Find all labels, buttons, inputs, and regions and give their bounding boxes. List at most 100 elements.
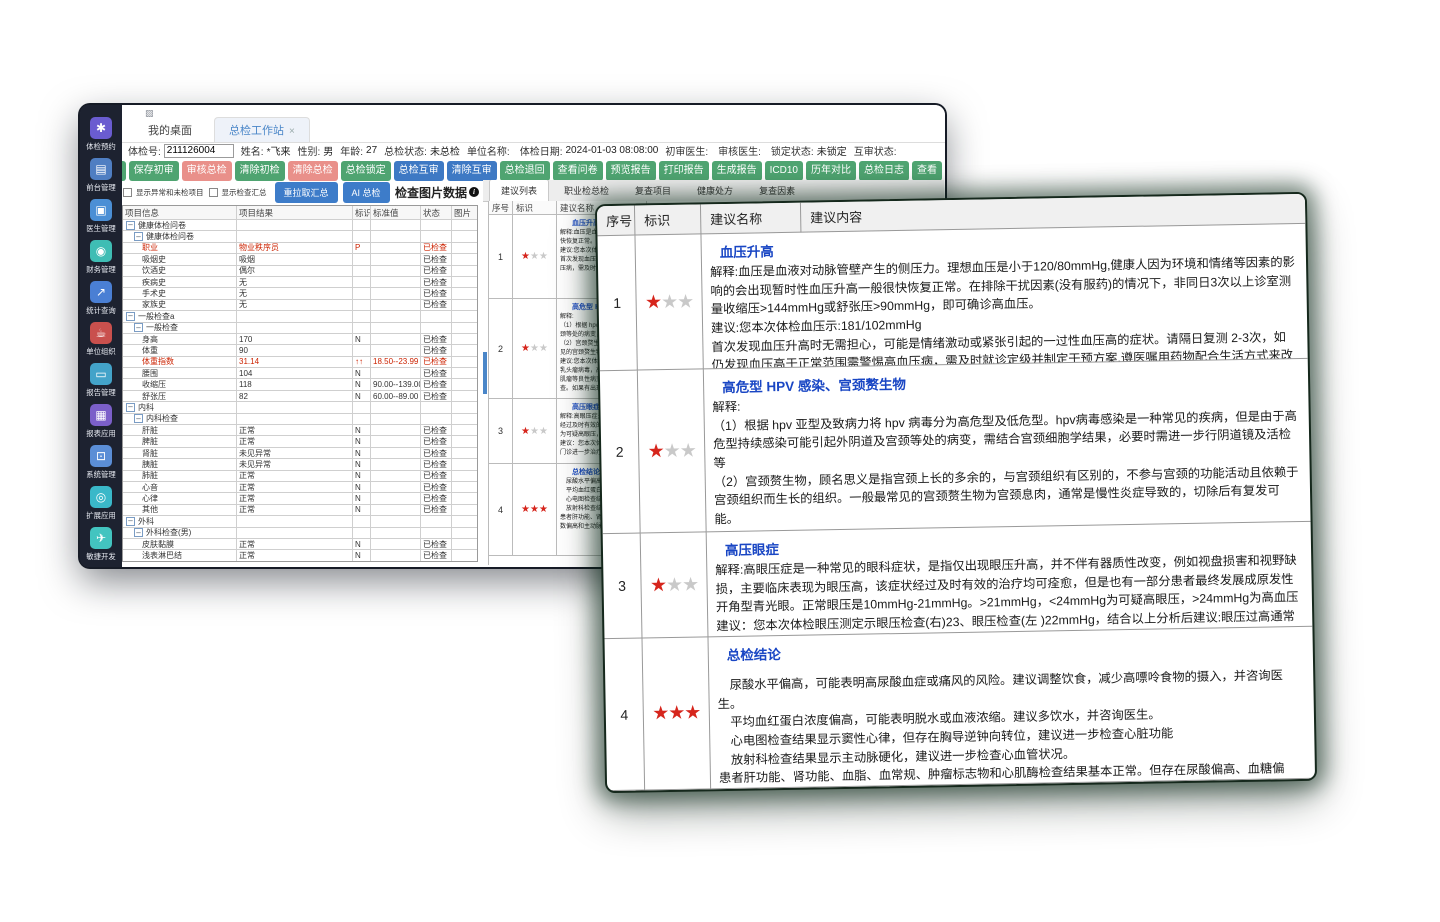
window-tab[interactable]: 总检工作站×: [214, 117, 310, 142]
panel-button[interactable]: AI 总检: [343, 182, 390, 203]
exam-row[interactable]: 肝脏正常N已检查: [123, 425, 477, 436]
advice-tab[interactable]: 建议列表: [489, 180, 549, 201]
exam-result: 正常: [237, 539, 353, 550]
exam-row[interactable]: –健康体检问卷: [123, 220, 477, 231]
scrollbar-thumb[interactable]: [483, 352, 487, 394]
exam-row[interactable]: 疾病史无已检查: [123, 277, 477, 288]
sidebar-item[interactable]: ▣医生管理: [85, 199, 117, 234]
exam-row[interactable]: 心律正常N已检查: [123, 493, 477, 504]
exam-row[interactable]: 胰脏未见异常N已检查: [123, 459, 477, 470]
severity-stars: ★★★: [638, 369, 707, 533]
exam-row[interactable]: 其他正常N已检查: [123, 505, 477, 516]
toolbar-button[interactable]: 生成建议: [122, 161, 126, 181]
collapse-icon[interactable]: –: [134, 414, 143, 423]
checkbox[interactable]: [209, 188, 218, 197]
exam-range: [371, 334, 421, 345]
exam-item-name: –内科: [123, 402, 237, 413]
statistics-icon: ↗: [90, 281, 112, 303]
sidebar-item[interactable]: ◎扩展应用: [85, 486, 117, 521]
exam-row[interactable]: 心音正常N已检查: [123, 482, 477, 493]
sidebar-item[interactable]: ✈敏捷开发: [85, 527, 117, 562]
advice-tab[interactable]: 复查项目: [624, 180, 682, 201]
exam-row[interactable]: –一般检查a: [123, 311, 477, 322]
exam-row[interactable]: 皮肤黏膜正常N已检查: [123, 539, 477, 550]
advice-row[interactable]: 2★★★高危型 HPV 感染、宫颈赘生物解释:（1）根据 hpv 亚型及致病力将…: [600, 359, 1311, 534]
exam-row[interactable]: 吸烟史吸烟已检查: [123, 254, 477, 265]
exam-row[interactable]: 手术史无已检查: [123, 288, 477, 299]
toolbar-button[interactable]: 总检互审: [394, 161, 444, 181]
panel-button[interactable]: 重拉取汇总: [275, 182, 338, 203]
exam-row[interactable]: 职业物业秩序员P已检查: [123, 243, 477, 254]
exam-row[interactable]: 家族史无已检查: [123, 300, 477, 311]
toolbar-button[interactable]: 查看问卷: [553, 161, 603, 181]
exam-range: [371, 436, 421, 447]
exam-item-name: 家族史: [123, 300, 237, 311]
toolbar-button[interactable]: 生成报告: [712, 161, 762, 181]
exam-row[interactable]: 舒张压82N60.00--89.00已检查: [123, 391, 477, 402]
star-icon: ★: [539, 251, 548, 262]
exam-item-name: 浅表淋巴结: [123, 550, 237, 561]
exam-row[interactable]: 肾脏未见异常N已检查: [123, 448, 477, 459]
collapse-icon[interactable]: –: [134, 232, 143, 241]
exam-item-name: 吸烟史: [123, 254, 237, 265]
exam-row[interactable]: –一般检查: [123, 323, 477, 334]
toolbar-button[interactable]: 保存初审: [129, 161, 179, 181]
exam-number-input[interactable]: [164, 144, 234, 158]
toolbar-button[interactable]: 打印报告: [659, 161, 709, 181]
exam-row[interactable]: 腰围104N已检查: [123, 368, 477, 379]
exam-row[interactable]: –内科: [123, 402, 477, 413]
toolbar-button[interactable]: 清除互审: [447, 161, 497, 181]
collapse-icon[interactable]: –: [126, 517, 135, 526]
sidebar-item[interactable]: ◉财务管理: [85, 240, 117, 275]
checkbox[interactable]: [123, 188, 132, 197]
collapse-icon[interactable]: –: [126, 403, 135, 412]
toolbar-button[interactable]: 清除初检: [235, 161, 285, 181]
sidebar-item[interactable]: ✱体检预约: [85, 117, 117, 152]
collapse-icon[interactable]: –: [134, 528, 143, 537]
advice-row[interactable]: 3★★★高压眼症解释:高眼压症是一种常见的眼科症状，是指仅出现眼压升高，并不伴有…: [603, 522, 1313, 639]
sidebar-item[interactable]: ☕单位组织: [85, 322, 117, 357]
exam-row[interactable]: 体重90已检查: [123, 345, 477, 356]
toolbar-button[interactable]: 清除总检: [288, 161, 338, 181]
toolbar-button[interactable]: 预览报告: [606, 161, 656, 181]
toolbar-button[interactable]: 历年对比: [806, 161, 856, 181]
exam-row[interactable]: 身高170N已检查: [123, 334, 477, 345]
collapse-icon[interactable]: –: [126, 221, 135, 230]
sidebar-item[interactable]: ▦报表应用: [85, 404, 117, 439]
toolbar-button[interactable]: 审核总检: [182, 161, 232, 181]
collapse-icon[interactable]: –: [134, 323, 143, 332]
exam-row[interactable]: 肺脏正常N已检查: [123, 471, 477, 482]
advice-row[interactable]: 1★★★血压升高解释:血压是血液对动脉管壁产生的侧压力。理想血压是小于120/8…: [597, 224, 1307, 371]
toolbar-button[interactable]: ICD10: [765, 161, 803, 181]
exam-image-cell: [452, 300, 477, 311]
exam-row[interactable]: –外科: [123, 516, 477, 527]
exam-row[interactable]: –健康体检问卷: [123, 231, 477, 242]
advice-tab[interactable]: 健康处方: [686, 180, 744, 201]
exam-image-cell: [452, 243, 477, 254]
window-tab[interactable]: 我的桌面: [134, 118, 206, 142]
collapse-icon[interactable]: –: [126, 312, 135, 321]
exam-row[interactable]: –内科检查: [123, 414, 477, 425]
close-icon[interactable]: ×: [289, 126, 295, 137]
exam-row[interactable]: 浅表淋巴结正常N已检查: [123, 550, 477, 561]
advice-row[interactable]: 4★★★总检结论 尿酸水平偏高，可能表明高尿酸血症或痛风的风险。建议调整饮食，减…: [605, 627, 1316, 791]
exam-row[interactable]: –外科检查(男): [123, 528, 477, 539]
info-icon[interactable]: i: [469, 187, 479, 197]
toolbar-button[interactable]: 总检退回: [500, 161, 550, 181]
exam-row[interactable]: 脾脏正常N已检查: [123, 436, 477, 447]
sidebar-item[interactable]: ↗统计查询: [85, 281, 117, 316]
toolbar-button[interactable]: 总检日志: [859, 161, 909, 181]
exam-row[interactable]: 饮酒史偶尔已检查: [123, 266, 477, 277]
exam-row[interactable]: 收缩压118N90.00--139.00已检查: [123, 379, 477, 390]
sidebar-item[interactable]: ⊡系统管理: [85, 445, 117, 480]
advice-tab[interactable]: 职业检总检: [553, 180, 620, 201]
sidebar-item[interactable]: ▤前台管理: [85, 158, 117, 193]
exam-row[interactable]: 体重指数31.14↑↑18.50--23.99已检查: [123, 357, 477, 368]
exam-result: 正常: [237, 505, 353, 516]
advice-tab[interactable]: 复查因素: [748, 180, 806, 201]
toolbar-button[interactable]: 查看: [912, 161, 942, 181]
star-icon: ★: [539, 426, 548, 437]
sidebar-item[interactable]: ▭报告管理: [85, 363, 117, 398]
exam-item-name: –外科: [123, 516, 237, 527]
toolbar-button[interactable]: 总检锁定: [341, 161, 391, 181]
